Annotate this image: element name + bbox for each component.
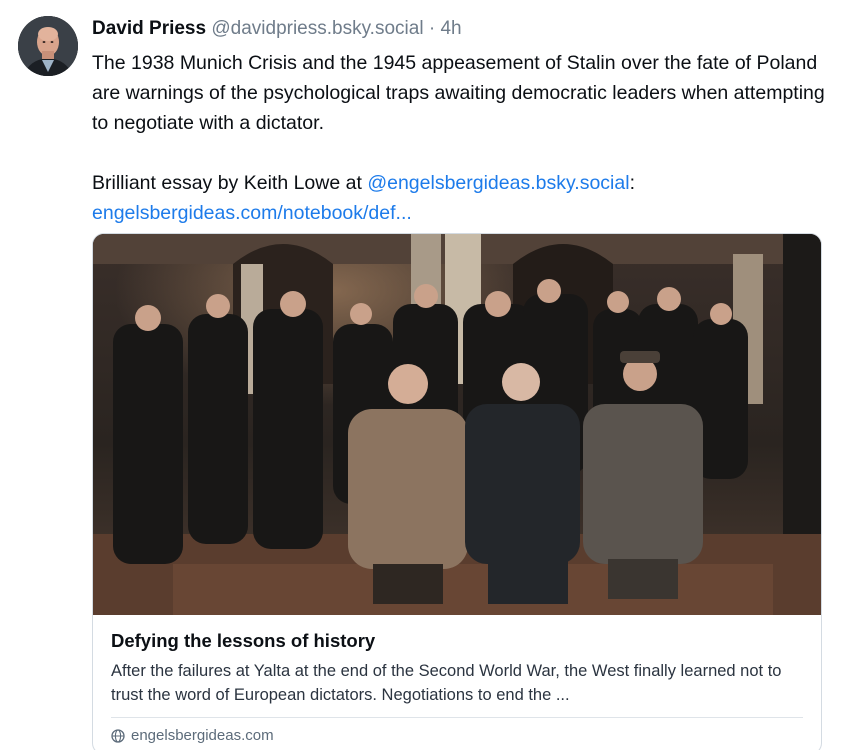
card-domain: engelsbergideas.com xyxy=(131,727,274,744)
post-text: The 1938 Munich Crisis and the 1945 appe… xyxy=(92,48,832,228)
link-preview-card[interactable]: Defying the lessons of history After the… xyxy=(92,233,822,750)
paragraph-2-suffix: : xyxy=(629,172,635,194)
card-image[interactable] xyxy=(93,234,821,615)
post-paragraph-2: Brilliant essay by Keith Lowe at @engels… xyxy=(92,168,832,198)
avatar[interactable] xyxy=(18,16,78,76)
post-content: David Priess @davidpriess.bsky.social · … xyxy=(92,16,832,228)
card-description: After the failures at Yalta at the end o… xyxy=(111,662,782,704)
paragraph-2-prefix: Brilliant essay by Keith Lowe at xyxy=(92,172,368,194)
post-paragraph-1: The 1938 Munich Crisis and the 1945 appe… xyxy=(92,52,825,134)
author-name[interactable]: David Priess xyxy=(92,18,206,39)
post-header: David Priess @davidpriess.bsky.social · … xyxy=(92,16,832,42)
article-url-link[interactable]: engelsbergideas.com/notebook/def... xyxy=(92,202,412,224)
post-timestamp[interactable]: 4h xyxy=(440,18,461,39)
header-separator: · xyxy=(428,18,436,39)
mention-link[interactable]: @engelsbergideas.bsky.social xyxy=(367,172,629,194)
globe-icon xyxy=(111,729,125,743)
card-source[interactable]: engelsbergideas.com xyxy=(111,718,803,746)
card-title[interactable]: Defying the lessons of history xyxy=(111,629,803,653)
post[interactable]: David Priess @davidpriess.bsky.social · … xyxy=(0,0,863,750)
author-handle[interactable]: @davidpriess.bsky.social xyxy=(211,18,423,39)
card-body: Defying the lessons of history After the… xyxy=(93,615,821,746)
